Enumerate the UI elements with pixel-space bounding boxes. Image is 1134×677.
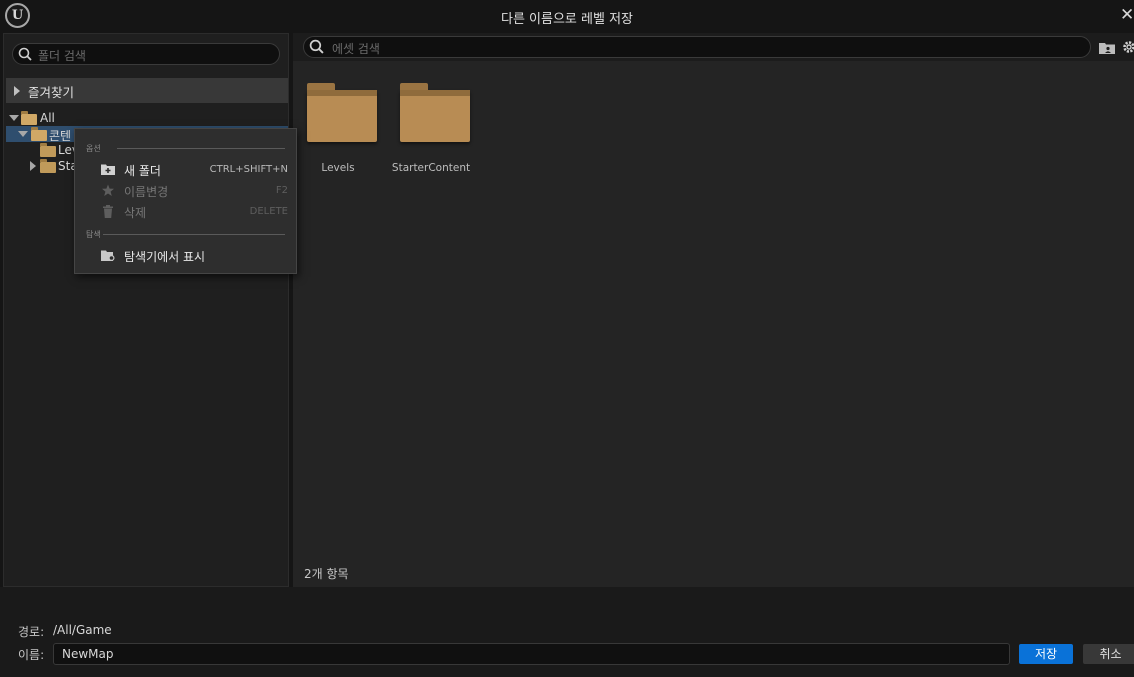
name-field[interactable] [53, 643, 1010, 665]
path-value: /All/Game [53, 623, 112, 637]
menu-item-rename[interactable]: 이름변경 F2 [75, 180, 296, 201]
folder-open-icon [31, 127, 47, 141]
save-bar: 경로: /All/Game 이름: 저장 취소 [0, 587, 1134, 677]
settings-gear-icon[interactable] [1122, 40, 1134, 54]
item-count: 2개 항목 [304, 567, 349, 581]
asset-toolbar: 에셋 검색 [293, 33, 1134, 61]
asset-tile-levels[interactable]: Levels [293, 72, 383, 174]
tree-item-all[interactable]: All [6, 110, 288, 126]
menu-item-shortcut: DELETE [249, 206, 288, 217]
collapse-arrow-icon[interactable] [9, 115, 19, 121]
menu-item-show-in-explorer[interactable]: 탐색기에서 표시 [75, 245, 296, 266]
favorites-header[interactable]: 즐겨찾기 [6, 78, 288, 103]
window-title: 다른 이름으로 레벨 저장 [501, 12, 633, 27]
menu-item-new-folder[interactable]: 새 폴더 CTRL+SHIFT+N [75, 159, 296, 180]
tree-item-label: All [40, 111, 55, 125]
folder-search-placeholder: 폴더 검색 [38, 49, 86, 63]
menu-separator [117, 148, 285, 149]
collapse-arrow-icon[interactable] [18, 131, 28, 137]
menu-item-label: 삭제 [124, 206, 147, 220]
folder-icon [40, 159, 56, 173]
path-label: 경로: [18, 625, 45, 639]
asset-tile-startercontent[interactable]: StarterContent [386, 72, 476, 174]
asset-name: StarterContent [391, 162, 471, 174]
menu-section-explore: 탐색 [86, 230, 101, 239]
context-menu: 옵션 새 폴더 CTRL+SHIFT+N 이름변경 F2 삭제 DELETE 탐… [74, 128, 297, 274]
menu-item-delete[interactable]: 삭제 DELETE [75, 201, 296, 222]
menu-section-options: 옵션 [86, 144, 101, 153]
asset-search-input[interactable]: 에셋 검색 [303, 36, 1091, 58]
expand-arrow-icon[interactable] [30, 161, 36, 171]
menu-separator [103, 234, 285, 235]
folder-search-input[interactable]: 폴더 검색 [12, 43, 280, 65]
menu-item-label: 이름변경 [124, 185, 169, 199]
trash-icon [103, 205, 113, 218]
expand-arrow-icon[interactable] [14, 86, 20, 96]
menu-item-shortcut: CTRL+SHIFT+N [209, 164, 288, 175]
name-label: 이름: [18, 648, 45, 662]
search-icon [18, 47, 32, 61]
folder-icon [40, 143, 56, 157]
menu-item-shortcut: F2 [275, 185, 288, 196]
rename-icon [102, 184, 114, 196]
asset-search-placeholder: 에셋 검색 [332, 42, 380, 56]
menu-item-label: 탐색기에서 표시 [124, 250, 206, 264]
new-folder-icon [101, 164, 115, 175]
save-button[interactable]: 저장 [1019, 644, 1073, 664]
folder-panel: 폴더 검색 즐겨찾기 All 콘텐 Lev Sta [3, 33, 289, 587]
title-bar: U 다른 이름으로 레벨 저장 ✕ [0, 0, 1134, 32]
show-in-explorer-icon [101, 250, 115, 262]
folder-open-icon [21, 111, 37, 125]
asset-panel: 에셋 검색 Levels StarterContent 2개 항목 [293, 33, 1134, 587]
folder-icon [307, 83, 377, 142]
search-icon [309, 39, 324, 54]
folder-person-icon[interactable] [1099, 41, 1115, 54]
cancel-button[interactable]: 취소 [1083, 644, 1134, 664]
close-icon[interactable]: ✕ [1120, 5, 1134, 25]
menu-item-label: 새 폴더 [124, 164, 161, 178]
folder-icon [400, 83, 470, 142]
favorites-label: 즐겨찾기 [28, 85, 75, 100]
